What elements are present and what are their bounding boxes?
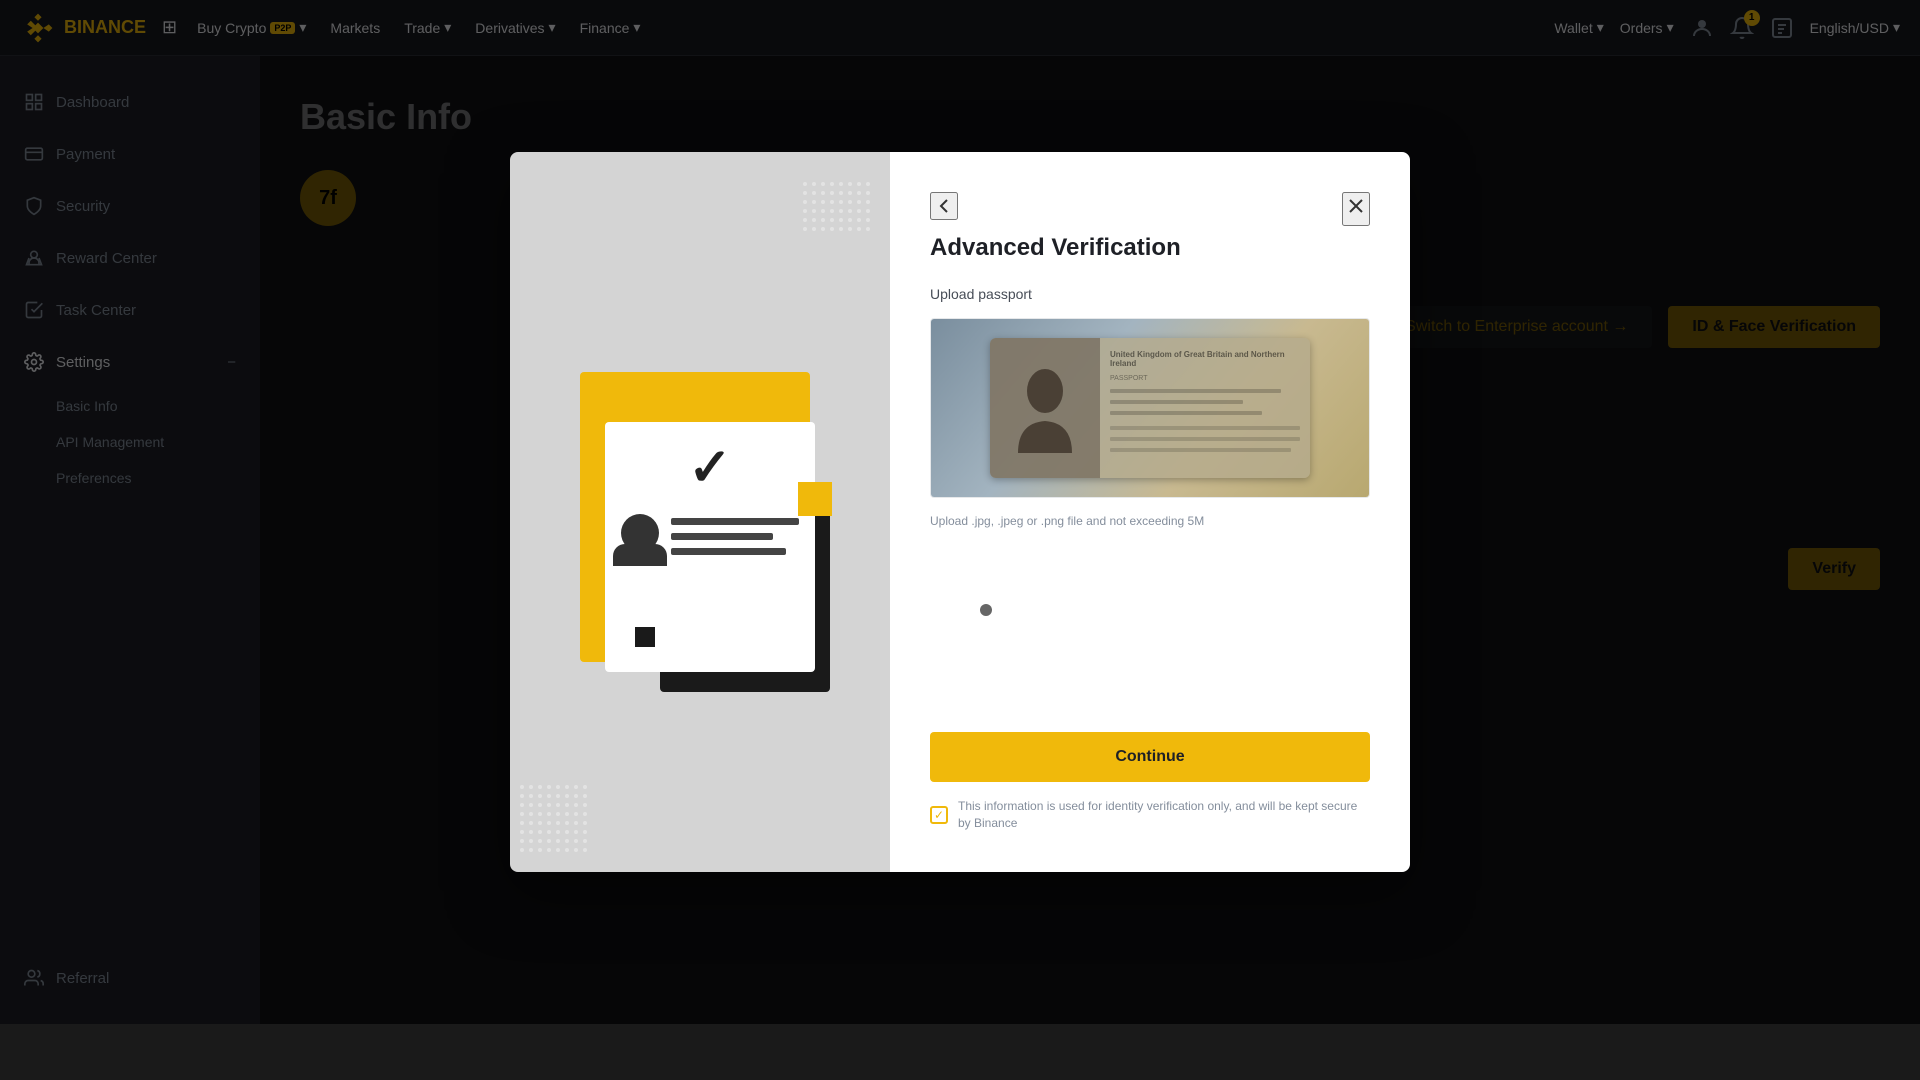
upload-hint-text: Upload .jpg, .jpeg or .png file and not … [930,514,1370,528]
id-illustration: ✓ [540,322,860,702]
secure-notice: This information is used for identity ve… [930,798,1370,832]
accent-yellow-square [798,482,832,516]
checkmark-icon: ✓ [688,442,732,494]
continue-button[interactable]: Continue [930,732,1370,782]
secure-check-icon [930,806,948,824]
upload-section-label: Upload passport [930,286,1370,302]
passport-preview: United Kingdom of Great Britain and Nort… [931,319,1369,497]
back-arrow-icon [932,194,956,218]
modal-back-button[interactable] [930,192,958,220]
modal-spacer [930,560,1370,732]
id-text-lines [671,518,799,555]
secure-notice-text: This information is used for identity ve… [958,798,1370,832]
person-silhouette [1010,363,1080,453]
person-avatar-icon [621,514,659,552]
close-x-icon [1344,194,1368,218]
accent-black-square [635,627,655,647]
advanced-verification-modal: document.write(Array(48).fill('<span sty… [510,152,1410,872]
modal-close-button[interactable] [1342,192,1370,226]
modal-illustration-panel: document.write(Array(48).fill('<span sty… [510,152,890,872]
modal-content-panel: Advanced Verification Upload passport [890,152,1410,872]
passport-text-area: United Kingdom of Great Britain and Nort… [1100,338,1310,478]
dot-pattern-bottom: document.write(Array(64).fill('<span sty… [520,785,587,852]
modal-title: Advanced Verification [930,234,1370,262]
passport-upload-zone[interactable]: United Kingdom of Great Britain and Nort… [930,318,1370,498]
passport-photo [990,338,1100,478]
modal-header [930,192,1370,226]
passport-card: United Kingdom of Great Britain and Nort… [990,338,1310,478]
dot-pattern-top: document.write(Array(48).fill('<span sty… [803,182,870,231]
